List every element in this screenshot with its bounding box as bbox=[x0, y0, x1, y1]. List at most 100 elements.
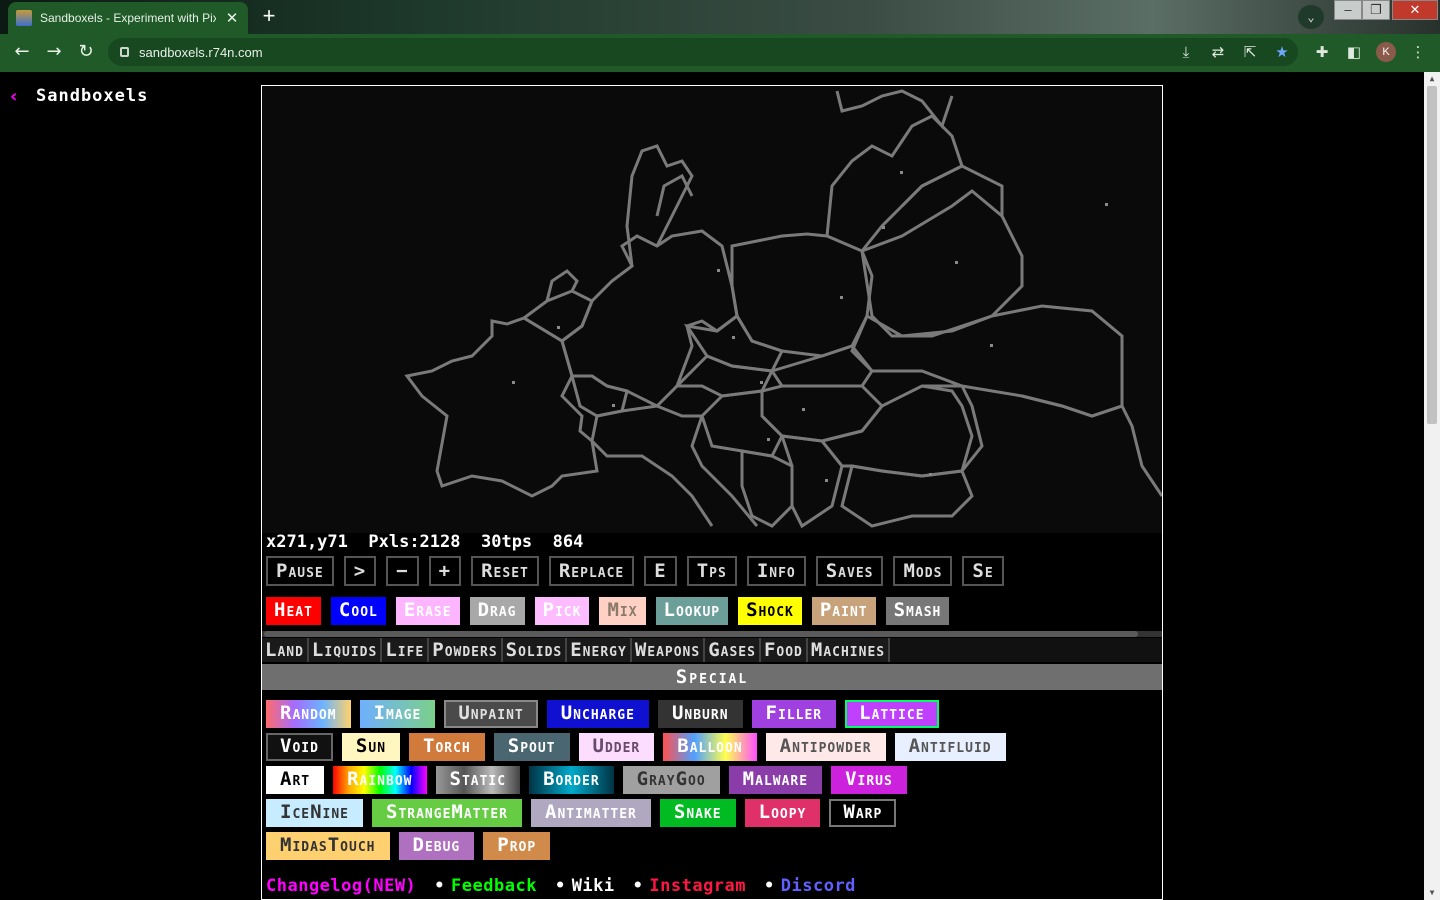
control-btn-2-button[interactable]: − bbox=[386, 556, 419, 586]
back-arrow-icon[interactable]: ← bbox=[10, 40, 34, 64]
tab-powders[interactable]: Powders bbox=[429, 638, 503, 662]
element-uncharge-button[interactable]: Uncharge bbox=[546, 700, 649, 728]
close-window-button[interactable]: ✕ bbox=[1392, 0, 1438, 20]
tab-close-icon[interactable]: ✕ bbox=[224, 9, 240, 27]
element-unpaint-button[interactable]: Unpaint bbox=[444, 700, 538, 728]
address-bar[interactable]: sandboxels.r74n.com bbox=[108, 38, 1298, 66]
footer-links: Changelog(NEW) • Feedback • Wiki • Instagram • D… bbox=[266, 876, 862, 896]
element-art-button[interactable]: Art bbox=[266, 766, 325, 794]
tab-search-chevron-icon[interactable]: ⌄ bbox=[1298, 5, 1324, 29]
tab-machines[interactable]: Machines bbox=[807, 638, 891, 662]
element-sun-button[interactable]: Sun bbox=[341, 733, 401, 761]
translate-icon[interactable]: ⇄ bbox=[1208, 42, 1228, 62]
element-midastouch-button[interactable]: MidasTouch bbox=[266, 832, 390, 860]
maximize-button[interactable]: ❐ bbox=[1362, 0, 1390, 20]
control-btn-3-button[interactable]: + bbox=[428, 556, 462, 586]
tool-mix-button[interactable]: Mix bbox=[599, 597, 646, 625]
element-antipowder-button[interactable]: Antipowder bbox=[765, 733, 886, 761]
element-random-button[interactable]: Random bbox=[266, 700, 351, 728]
element-void-button[interactable]: Void bbox=[266, 733, 333, 761]
tab-gases[interactable]: Gases bbox=[705, 638, 761, 662]
link-discord[interactable]: Discord bbox=[781, 876, 856, 896]
install-app-icon[interactable]: ⤓ bbox=[1176, 42, 1196, 62]
forward-arrow-icon[interactable]: → bbox=[42, 40, 66, 64]
element-udder-button[interactable]: Udder bbox=[578, 733, 655, 761]
new-tab-button[interactable]: + bbox=[256, 4, 282, 30]
minimize-button[interactable]: – bbox=[1334, 0, 1362, 20]
element-prop-button[interactable]: Prop bbox=[483, 832, 551, 860]
element-image-button[interactable]: Image bbox=[359, 700, 436, 728]
scrollbar-thumb[interactable] bbox=[1427, 86, 1437, 424]
reload-icon[interactable]: ↻ bbox=[74, 40, 98, 64]
share-icon[interactable]: ⇱ bbox=[1240, 42, 1260, 62]
tool-paint-button[interactable]: Paint bbox=[811, 597, 876, 625]
control-pause-button[interactable]: Pause bbox=[266, 556, 334, 586]
control-reset-button[interactable]: Reset bbox=[471, 556, 539, 586]
tab-weapons[interactable]: Weapons bbox=[631, 638, 706, 662]
tool-erase-button[interactable]: Erase bbox=[395, 597, 460, 625]
page-scrollbar[interactable]: ▲ ▼ bbox=[1424, 72, 1440, 900]
menu-kebab-icon[interactable]: ⋮ bbox=[1408, 42, 1428, 62]
browser-toolbar: ← → ↻ sandboxels.r74n.com ⤓ ⇄ ⇱ ★ ✚ ◧ K … bbox=[0, 34, 1440, 70]
tools-scrollbar[interactable] bbox=[262, 631, 1162, 637]
link-changelog-new[interactable]: Changelog(NEW) bbox=[266, 876, 416, 896]
lock-icon bbox=[120, 47, 129, 57]
element-static-button[interactable]: Static bbox=[435, 766, 521, 794]
bookmark-star-icon[interactable]: ★ bbox=[1272, 42, 1292, 62]
element-loopy-button[interactable]: Loopy bbox=[744, 799, 821, 827]
site-title[interactable]: Sandboxels bbox=[36, 86, 148, 106]
profile-avatar[interactable]: K bbox=[1376, 42, 1396, 62]
control-e-button[interactable]: E bbox=[644, 556, 677, 586]
tab-liquids[interactable]: Liquids bbox=[308, 638, 383, 662]
control-saves-button[interactable]: Saves bbox=[815, 556, 884, 586]
link-wiki[interactable]: Wiki bbox=[572, 876, 615, 896]
element-malware-button[interactable]: Malware bbox=[728, 766, 823, 794]
tool-heat-button[interactable]: Heat bbox=[266, 597, 321, 625]
element-warp-button[interactable]: Warp bbox=[829, 799, 897, 827]
control-info-button[interactable]: Info bbox=[746, 556, 806, 586]
element-antifluid-button[interactable]: Antifluid bbox=[894, 733, 1006, 761]
element-rainbow-button[interactable]: Rainbow bbox=[333, 766, 427, 794]
element-strangematter-button[interactable]: StrangeMatter bbox=[372, 799, 522, 827]
tab-food[interactable]: Food bbox=[760, 638, 808, 662]
link-instagram[interactable]: Instagram bbox=[649, 876, 746, 896]
control-btn-1-button[interactable]: > bbox=[343, 556, 377, 586]
element-icenine-button[interactable]: IceNine bbox=[266, 799, 364, 827]
element-spout-button[interactable]: Spout bbox=[493, 733, 570, 761]
element-lattice-button[interactable]: Lattice bbox=[845, 700, 939, 728]
browser-tab[interactable]: Sandboxels - Experiment with Pix ✕ bbox=[8, 2, 248, 34]
control-mods-button[interactable]: Mods bbox=[893, 556, 953, 586]
element-snake-button[interactable]: Snake bbox=[659, 799, 736, 827]
element-antimatter-button[interactable]: Antimatter bbox=[531, 799, 651, 827]
control-se-button[interactable]: Se bbox=[962, 556, 1004, 586]
tab-solids[interactable]: Solids bbox=[502, 638, 568, 662]
scroll-up-arrow-icon[interactable]: ▲ bbox=[1424, 72, 1440, 86]
scroll-down-arrow-icon[interactable]: ▼ bbox=[1424, 886, 1440, 900]
control-replace-button[interactable]: Replace bbox=[548, 556, 635, 586]
element-balloon-button[interactable]: Balloon bbox=[663, 733, 757, 761]
element-border-button[interactable]: Border bbox=[529, 766, 614, 794]
element-virus-button[interactable]: Virus bbox=[831, 766, 907, 794]
game-canvas[interactable] bbox=[262, 86, 1162, 533]
tool-shock-button[interactable]: Shock bbox=[738, 597, 802, 625]
tool-drag-button[interactable]: Drag bbox=[469, 597, 525, 625]
tab-land[interactable]: Land bbox=[262, 638, 309, 662]
tool-cool-button[interactable]: Cool bbox=[330, 597, 386, 625]
tool-pick-button[interactable]: Pick bbox=[534, 597, 590, 625]
tool-smash-button[interactable]: Smash bbox=[885, 597, 950, 625]
side-panel-icon[interactable]: ◧ bbox=[1344, 42, 1364, 62]
element-graygoo-button[interactable]: GrayGoo bbox=[622, 766, 720, 794]
extensions-puzzle-icon[interactable]: ✚ bbox=[1312, 42, 1332, 62]
element-unburn-button[interactable]: Unburn bbox=[657, 700, 743, 728]
element-filler-button[interactable]: Filler bbox=[751, 700, 837, 728]
control-tps-button[interactable]: Tps bbox=[686, 556, 737, 586]
tab-energy[interactable]: Energy bbox=[567, 638, 632, 662]
tool-lookup-button[interactable]: Lookup bbox=[655, 597, 729, 625]
tab-life[interactable]: Life bbox=[382, 638, 430, 662]
favicon-icon bbox=[16, 10, 32, 26]
element-debug-button[interactable]: Debug bbox=[398, 832, 475, 860]
tools-scrollbar-thumb[interactable] bbox=[264, 631, 1138, 637]
link-feedback[interactable]: Feedback bbox=[451, 876, 537, 896]
back-chevron-icon[interactable]: ‹ bbox=[10, 86, 17, 107]
element-torch-button[interactable]: Torch bbox=[409, 733, 485, 761]
